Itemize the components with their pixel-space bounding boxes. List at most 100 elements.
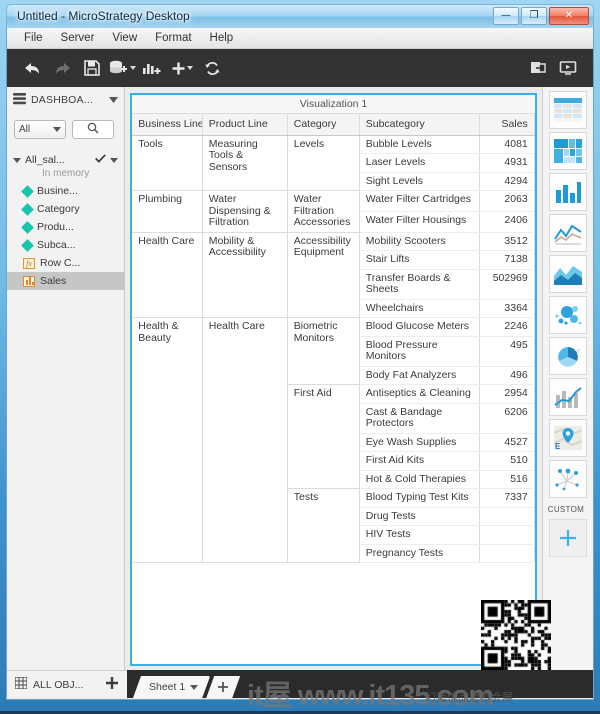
pie-chart-visualization-button[interactable] bbox=[548, 337, 587, 375]
cell-product-line[interactable]: Water Dispensing & Filtration bbox=[202, 190, 288, 233]
sheet-tab[interactable]: Sheet 1 bbox=[133, 676, 210, 698]
cell-sales[interactable]: 7138 bbox=[479, 250, 535, 270]
dataset-filter-select[interactable]: All bbox=[14, 119, 66, 139]
menu-item-format[interactable]: Format bbox=[146, 30, 200, 46]
network-visualization-button[interactable] bbox=[548, 460, 587, 498]
cell-business-line[interactable]: Plumbing bbox=[132, 190, 203, 233]
cell-sales[interactable]: 4081 bbox=[479, 135, 535, 154]
cell-sales[interactable]: 2063 bbox=[479, 190, 535, 212]
cell-subcategory[interactable]: Antiseptics & Cleaning bbox=[359, 384, 480, 404]
bar-chart-visualization-button[interactable] bbox=[548, 173, 587, 211]
add-visualization-button[interactable] bbox=[137, 53, 167, 83]
cell-sales[interactable]: 2406 bbox=[479, 211, 535, 233]
dataset-item-business-line[interactable]: Busine... bbox=[7, 182, 124, 200]
cell-subcategory[interactable]: Stair Lifts bbox=[359, 250, 480, 270]
cell-subcategory[interactable]: Mobility Scooters bbox=[359, 231, 480, 251]
add-object-button[interactable] bbox=[105, 676, 119, 693]
visualization-container[interactable]: Visualization 1 Business Line Product Li… bbox=[130, 93, 537, 666]
cell-category[interactable]: Accessibility Equipment bbox=[287, 231, 360, 318]
cell-sales[interactable]: 2954 bbox=[479, 384, 535, 404]
grid-visualization[interactable]: Business Line Product Line Category Subc… bbox=[132, 114, 535, 664]
dataset-item-category[interactable]: Category bbox=[7, 200, 124, 218]
cell-sales[interactable]: 7337 bbox=[479, 488, 535, 508]
cell-subcategory[interactable]: Water Filter Housings bbox=[359, 211, 480, 233]
dataset-item-row-count[interactable]: fx Row C... bbox=[7, 254, 124, 272]
line-chart-visualization-button[interactable] bbox=[548, 214, 587, 252]
cell-subcategory[interactable]: Blood Glucose Meters bbox=[359, 317, 480, 337]
column-header-subcategory[interactable]: Subcategory bbox=[359, 114, 480, 136]
refresh-button[interactable] bbox=[197, 53, 227, 83]
menu-item-file[interactable]: File bbox=[15, 30, 52, 46]
cell-sales[interactable]: 4294 bbox=[479, 172, 535, 191]
column-header-product-line[interactable]: Product Line bbox=[202, 114, 288, 136]
cell-subcategory[interactable]: Blood Pressure Monitors bbox=[359, 336, 480, 367]
menu-item-help[interactable]: Help bbox=[201, 30, 243, 46]
cell-subcategory[interactable]: Transfer Boards & Sheets bbox=[359, 269, 480, 300]
cell-subcategory[interactable]: Sight Levels bbox=[359, 172, 480, 191]
cell-subcategory[interactable]: First Aid Kits bbox=[359, 451, 480, 471]
dataset-item-product-line[interactable]: Produ... bbox=[7, 218, 124, 236]
cell-subcategory[interactable]: Drug Tests bbox=[359, 507, 480, 526]
table-row[interactable]: Tools Measuring Tools & Sensors Levels Bubb… bbox=[132, 135, 535, 191]
redo-button[interactable] bbox=[47, 53, 77, 83]
cell-category[interactable]: Tests bbox=[287, 488, 360, 563]
cell-sales[interactable]: 502969 bbox=[479, 269, 535, 300]
add-custom-visualization-button[interactable] bbox=[548, 519, 587, 557]
search-input[interactable] bbox=[72, 119, 114, 139]
cell-sales[interactable] bbox=[479, 507, 535, 526]
cell-category[interactable]: Biometric Monitors bbox=[287, 317, 360, 385]
dataset-panel-header[interactable]: DASHBOA... bbox=[7, 87, 125, 113]
combo-chart-visualization-button[interactable] bbox=[548, 378, 587, 416]
cell-sales[interactable]: 3364 bbox=[479, 299, 535, 318]
cell-sales[interactable]: 496 bbox=[479, 366, 535, 385]
cell-subcategory[interactable]: Wheelchairs bbox=[359, 299, 480, 318]
cell-subcategory[interactable]: Cast & Bandage Protectors bbox=[359, 403, 480, 434]
column-header-business-line[interactable]: Business Line bbox=[132, 114, 203, 136]
cell-sales[interactable] bbox=[479, 525, 535, 545]
add-sheet-button[interactable] bbox=[206, 676, 240, 698]
share-button[interactable] bbox=[523, 53, 553, 83]
cell-subcategory[interactable]: HIV Tests bbox=[359, 525, 480, 545]
cell-subcategory[interactable]: Blood Typing Test Kits bbox=[359, 488, 480, 508]
add-data-button[interactable] bbox=[107, 53, 137, 83]
minimize-button[interactable]: — bbox=[493, 7, 519, 25]
cell-sales[interactable]: 2246 bbox=[479, 317, 535, 337]
cell-category[interactable]: First Aid bbox=[287, 384, 360, 489]
cell-subcategory[interactable]: Body Fat Analyzers bbox=[359, 366, 480, 385]
dataset-root-node[interactable]: All_sal... bbox=[7, 153, 124, 167]
chevron-down-icon[interactable] bbox=[110, 154, 119, 166]
dataset-item-subcategory[interactable]: Subca... bbox=[7, 236, 124, 254]
cell-sales[interactable]: 4931 bbox=[479, 153, 535, 173]
menu-item-view[interactable]: View bbox=[103, 30, 146, 46]
save-button[interactable] bbox=[77, 53, 107, 83]
maximize-button[interactable]: ❐ bbox=[521, 7, 547, 25]
bubble-chart-visualization-button[interactable] bbox=[548, 296, 587, 334]
cell-sales[interactable]: 510 bbox=[479, 451, 535, 471]
close-button[interactable]: ✕ bbox=[549, 7, 589, 25]
dataset-item-sales[interactable]: Sales bbox=[7, 272, 125, 290]
cell-category[interactable]: Levels bbox=[287, 135, 360, 191]
undo-button[interactable] bbox=[17, 53, 47, 83]
triangle-expanded-icon[interactable] bbox=[13, 157, 21, 163]
cell-subcategory[interactable]: Eye Wash Supplies bbox=[359, 433, 480, 452]
cell-subcategory[interactable]: Water Filter Cartridges bbox=[359, 190, 480, 212]
table-row[interactable]: Plumbing Water Dispensing & Filtration Wat… bbox=[132, 190, 535, 233]
cell-subcategory[interactable]: Pregnancy Tests bbox=[359, 544, 480, 563]
cell-subcategory[interactable]: Laser Levels bbox=[359, 153, 480, 173]
cell-sales[interactable]: 495 bbox=[479, 336, 535, 367]
cell-product-line[interactable]: Health Care bbox=[202, 317, 288, 563]
table-row[interactable]: Health & Beauty Health Care Biometric Moni… bbox=[132, 317, 535, 563]
presentation-button[interactable] bbox=[553, 53, 583, 83]
chevron-down-icon[interactable] bbox=[129, 66, 136, 70]
cell-sales[interactable]: 516 bbox=[479, 470, 535, 489]
menu-item-server[interactable]: Server bbox=[52, 30, 104, 46]
cell-sales[interactable]: 3512 bbox=[479, 231, 535, 251]
cell-subcategory[interactable]: Hot & Cold Therapies bbox=[359, 470, 480, 489]
cell-business-line[interactable]: Health Care bbox=[132, 231, 203, 318]
table-row[interactable]: Health Care Mobility & Accessibility Acces… bbox=[132, 231, 535, 318]
cell-category[interactable]: Water Filtration Accessories bbox=[287, 190, 360, 233]
cell-sales[interactable] bbox=[479, 544, 535, 563]
cell-subcategory[interactable]: Bubble Levels bbox=[359, 135, 480, 154]
cell-sales[interactable]: 6206 bbox=[479, 403, 535, 434]
column-header-sales[interactable]: Sales bbox=[479, 114, 535, 136]
